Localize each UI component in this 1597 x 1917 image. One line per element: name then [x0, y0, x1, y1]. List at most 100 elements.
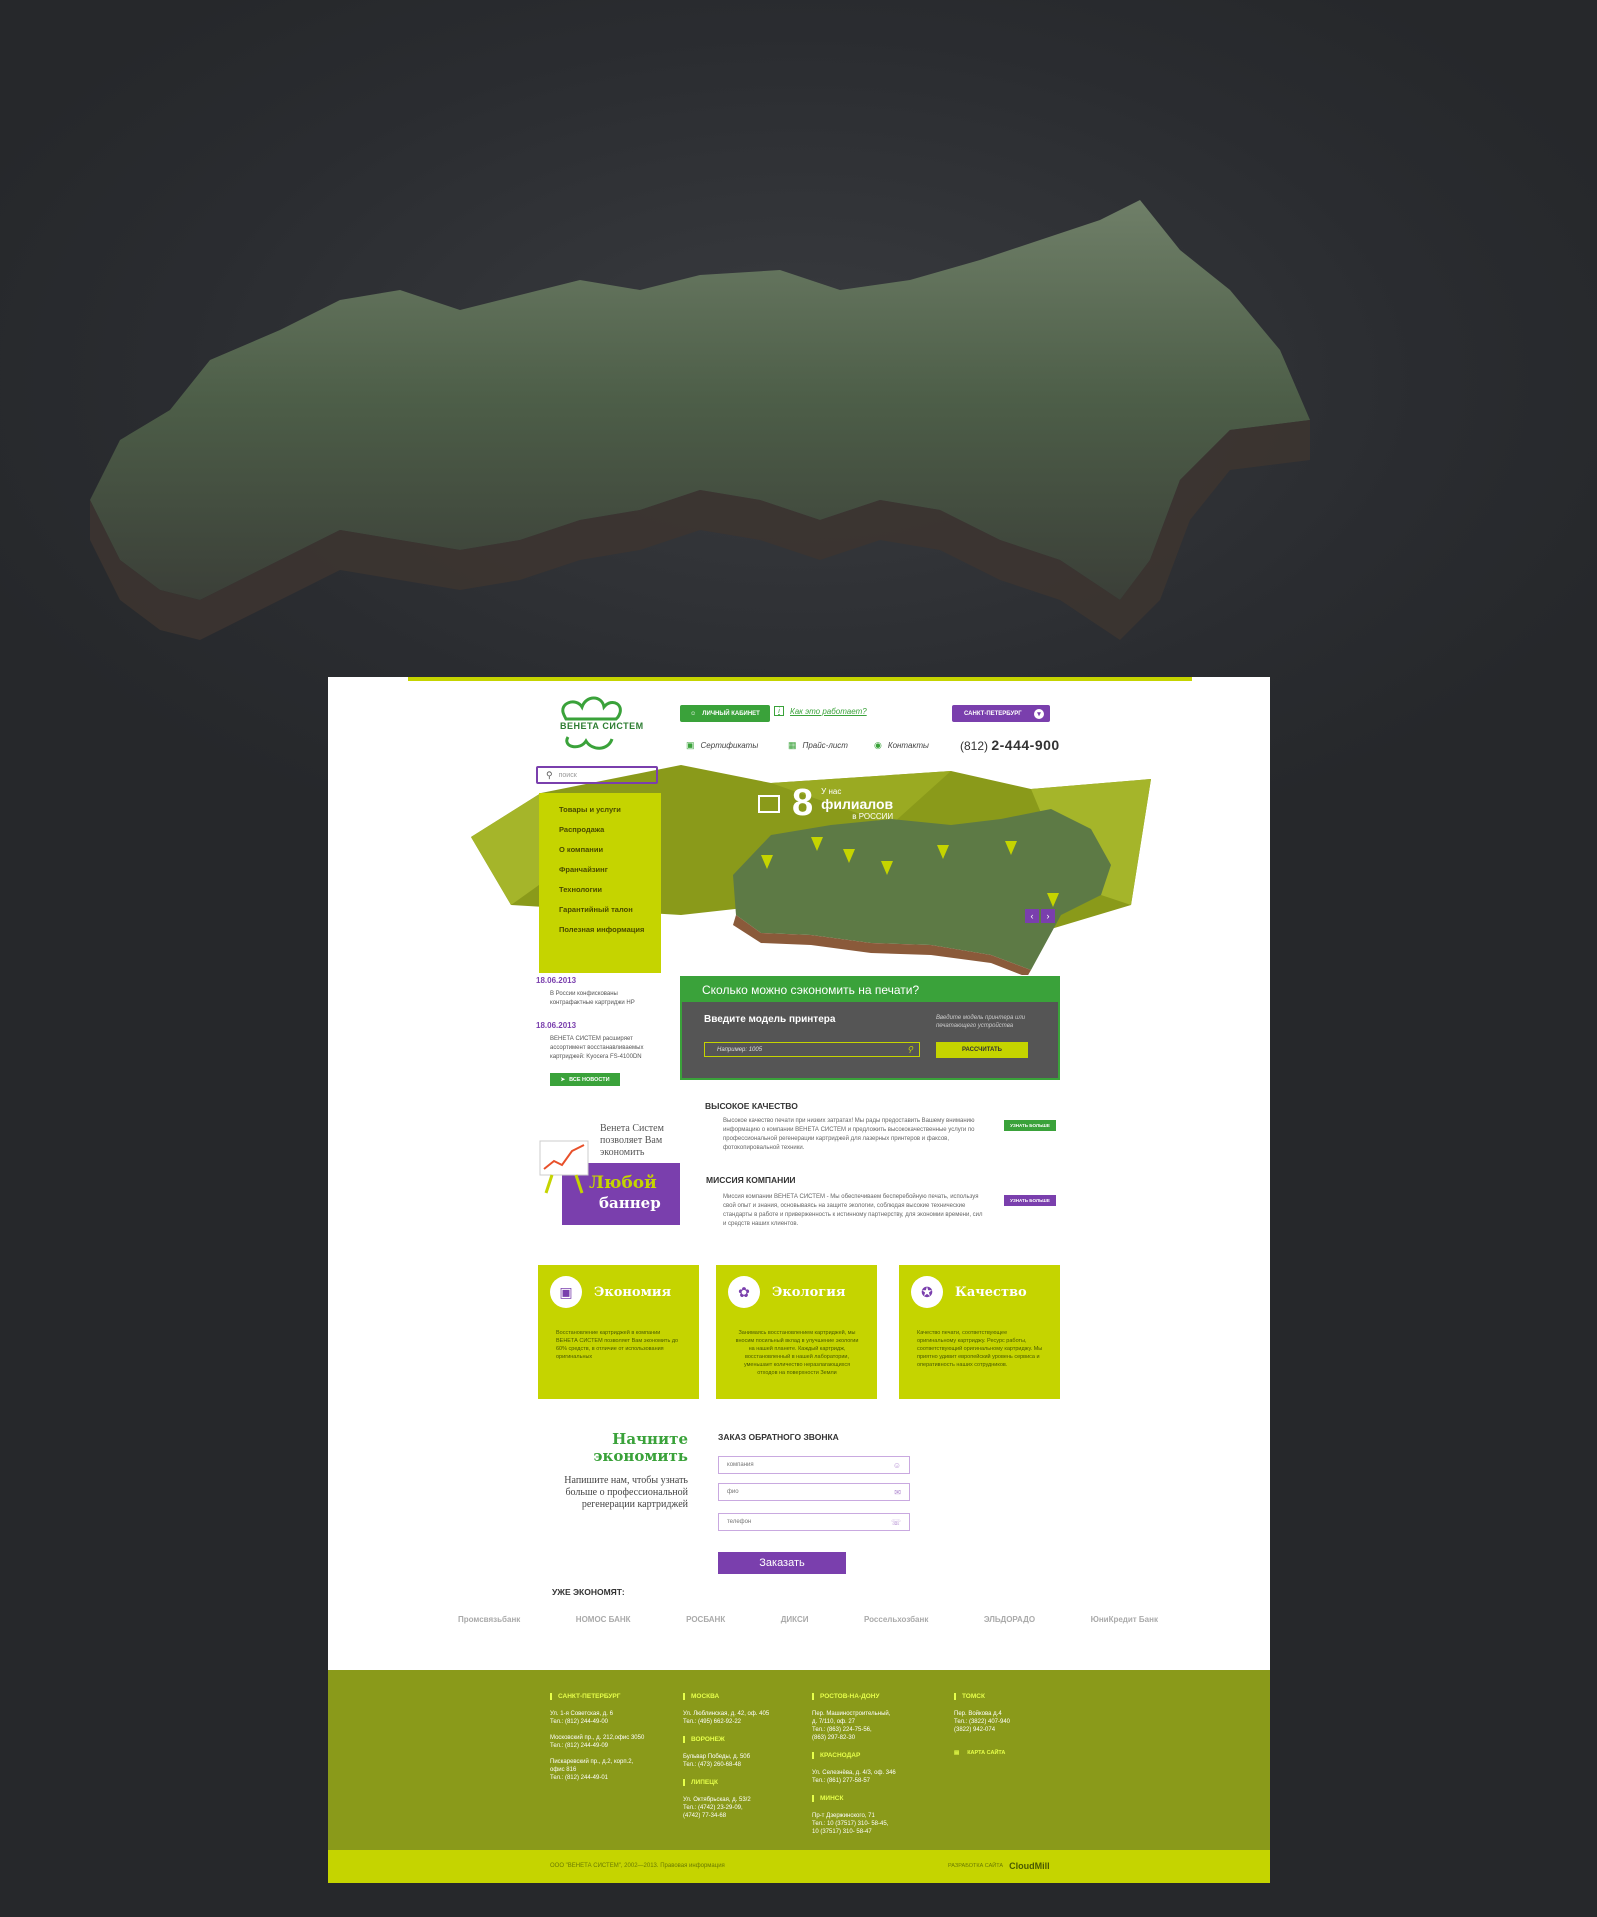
menu-item-technology[interactable]: Технологии: [539, 880, 661, 900]
search-input[interactable]: ⚲ поиск: [536, 766, 658, 784]
feature-card-ecology: ✿ Экология Занимаясь восстановлением кар…: [716, 1265, 877, 1399]
how-it-works-link[interactable]: i Как это работает?: [774, 706, 867, 716]
phone-number: (812) 2-444-900: [960, 737, 1060, 753]
footer-city: ТОМСК: [954, 1693, 1010, 1700]
clients-title: УЖЕ ЭКОНОМЯТ:: [552, 1587, 625, 1597]
footer-address: Ул. Люблинская, д. 42, оф. 405 Тел.: (495…: [683, 1710, 769, 1726]
feature-card-quality: ✪ Качество Качество печати, соответствую…: [899, 1265, 1060, 1399]
quality-title: ВЫСОКОЕ КАЧЕСТВО: [705, 1101, 798, 1111]
learn-more-button[interactable]: УЗНАТЬ БОЛЬШЕ: [1004, 1195, 1056, 1206]
footer-address: Ул. Селезнёва, д. 4/3, оф. 346 Тел.: (861…: [812, 1769, 896, 1785]
address-line: 10 (37517) 310- 58-47: [812, 1829, 872, 1835]
address-line: Тел.: (812) 244-49-09: [550, 1743, 608, 1749]
address-line: [550, 1726, 644, 1734]
nav-certificates[interactable]: ▣ Сертификаты: [686, 740, 758, 751]
footer-city: РОСТОВ-НА-ДОНУ: [812, 1693, 896, 1700]
clients-logos: Промсвязьбанк НОМОС БАНК РОСБАНК ДИКСИ Р…: [458, 1615, 1158, 1624]
address-line: Тел.: (863) 224-75-56,: [812, 1727, 872, 1733]
mission-title: МИССИЯ КОМПАНИИ: [706, 1175, 796, 1185]
calculate-button[interactable]: РАССЧИТАТЬ: [936, 1042, 1028, 1058]
address-line: Ул. Люблинская, д. 42, оф. 405: [683, 1711, 770, 1717]
footer-address: Ул. Октябрьская, д. 53/2 Тел.: (4742) 23-…: [683, 1796, 769, 1820]
address-line: Тел.: (3822) 407-940: [954, 1719, 1010, 1725]
menu-item-sale[interactable]: Распродажа: [539, 820, 661, 840]
footer-city: КРАСНОДАР: [812, 1752, 896, 1759]
footer-city: ЛИПЕЦК: [683, 1779, 769, 1786]
address-line: Пер. Войкова д.4: [954, 1711, 1002, 1717]
search-icon: ⚲: [546, 769, 553, 780]
address-line: [550, 1750, 644, 1758]
news-text[interactable]: ВЕНЕТА СИСТЕМ расширяет ассортимент восс…: [550, 1035, 660, 1062]
branches-badge: 8 У нас филиалов в РОССИИ: [758, 782, 893, 825]
arrow-right-icon[interactable]: ›: [1041, 909, 1055, 923]
nav-contacts[interactable]: ◉ Контакты: [874, 740, 929, 751]
location-pin-icon: ◉: [874, 740, 882, 750]
price-list-icon: ▦: [788, 740, 797, 750]
footer-column: МОСКВА Ул. Люблинская, д. 42, оф. 405 Тел.…: [683, 1693, 769, 1830]
name-field[interactable]: фио ✉: [718, 1483, 910, 1501]
address-line: Пр-т Дзержинского, 71: [812, 1813, 875, 1819]
calculator-title: Введите модель принтера: [704, 1014, 836, 1025]
book-icon: ▤: [954, 1750, 960, 1756]
printer-model-input[interactable]: Например: 1005 ⚲: [704, 1042, 920, 1057]
callback-left-title: Начните экономить: [593, 1430, 688, 1465]
learn-more-button[interactable]: УЗНАТЬ БОЛЬШЕ: [1004, 1120, 1056, 1131]
quality-text: Высокое качество печати при низких затра…: [723, 1118, 975, 1151]
client-logo: РОСБАНК: [686, 1615, 726, 1624]
copyright: ООО "ВЕНЕТА СИСТЕМ", 2002—2013. Правовая…: [550, 1863, 725, 1869]
chart-easel-icon: [539, 1140, 589, 1194]
website-mockup: ВЕНЕТА СИСТЕМ ☺ ЛИЧНЫЙ КАБИНЕТ i Как это…: [328, 677, 1270, 1883]
slider-arrows: ‹ ›: [1025, 909, 1055, 923]
site-map-link[interactable]: ▤ КАРТА САЙТА: [954, 1750, 1010, 1756]
footer-address: Пер. Машиностроительный, д. 7/110, оф. 27…: [812, 1710, 896, 1742]
client-logo: НОМОС БАНК: [575, 1615, 631, 1624]
menu-item-products[interactable]: Товары и услуги: [539, 800, 661, 820]
menu-item-about[interactable]: О компании: [539, 840, 661, 860]
feature-card-economy: ▣ Экономия Восстановление картриджей в к…: [538, 1265, 699, 1399]
developer-credit[interactable]: РАЗРАБОТКА САЙТА CloudMill: [948, 1861, 1050, 1871]
footer: САНКТ-ПЕТЕРБУРГ Ул. 1-я Советская, д. 6 Те…: [328, 1670, 1270, 1850]
main-menu: Товары и услуги Распродажа О компании Фр…: [539, 793, 661, 973]
user-icon: ☺: [892, 1460, 901, 1470]
address-line: Бульвар Победы, д. 50б: [683, 1754, 751, 1760]
address-line: Тел.: (473) 260-68-48: [683, 1762, 741, 1768]
personal-cabinet-button[interactable]: ☺ ЛИЧНЫЙ КАБИНЕТ: [680, 705, 770, 722]
client-logo: ЭЛЬДОРАДО: [983, 1615, 1036, 1624]
address-line: Ул. Селезнёва, д. 4/3, оф. 346: [812, 1770, 896, 1776]
address-line: Тел.: (861) 277-58-57: [812, 1778, 870, 1784]
chevron-down-icon: ▾: [1034, 708, 1044, 719]
flower-icon: ✿: [728, 1276, 760, 1308]
footer-address: Пр-т Дзержинского, 71 Тел.: 10 (37517) 31…: [812, 1812, 896, 1836]
mission-text: Миссия компании ВЕНЕТА СИСТЕМ - Мы обесп…: [723, 1194, 983, 1227]
client-logo: Россельхозбанк: [864, 1615, 929, 1624]
address-line: (4742) 77-34-68: [683, 1813, 727, 1819]
phone-field[interactable]: телефон ☏: [718, 1513, 910, 1531]
user-icon: ☺: [690, 710, 697, 717]
address-line: (3822) 942-074: [954, 1727, 996, 1733]
address-line: офис 816: [550, 1767, 577, 1773]
all-news-button[interactable]: ➤ ВСЕ НОВОСТИ: [550, 1073, 620, 1086]
arrow-left-icon[interactable]: ‹: [1025, 909, 1039, 923]
order-button[interactable]: Заказать: [718, 1552, 846, 1574]
award-icon: ✪: [911, 1276, 943, 1308]
savings-calculator: Сколько можно сэкономить на печати? Введ…: [680, 976, 1060, 1080]
arrow-icon: ➤: [560, 1076, 566, 1083]
address-line: Ул. 1-я Советская, д. 6: [550, 1711, 613, 1717]
callback-title: ЗАКАЗ ОБРАТНОГО ЗВОНКА: [718, 1432, 839, 1442]
company-field[interactable]: компания ☺: [718, 1456, 910, 1474]
footer-column: САНКТ-ПЕТЕРБУРГ Ул. 1-я Советская, д. 6 Те…: [550, 1693, 644, 1792]
news-date: 18.06.2013: [536, 976, 577, 985]
news-text[interactable]: В России конфискованы контрафактные карт…: [550, 990, 660, 1008]
menu-item-useful-info[interactable]: Полезная информация: [539, 920, 661, 940]
footer-city: САНКТ-ПЕТЕРБУРГ: [550, 1693, 644, 1700]
menu-item-warranty[interactable]: Гарантийный талон: [539, 900, 661, 920]
address-line: Ул. Октябрьская, д. 53/2: [683, 1797, 751, 1803]
footer-city: МИНСК: [812, 1795, 896, 1802]
city-select-button[interactable]: САНКТ-ПЕТЕРБУРГ ▾: [952, 705, 1050, 722]
mail-icon: ✉: [894, 1487, 901, 1497]
footer-column: РОСТОВ-НА-ДОНУ Пер. Машиностроительный, д.…: [812, 1693, 896, 1846]
nav-price-list[interactable]: ▦ Прайс-лист: [788, 740, 848, 751]
menu-item-franchise[interactable]: Франчайзинг: [539, 860, 661, 880]
logo-text: ВЕНЕТА СИСТЕМ: [560, 721, 644, 731]
address-line: Тел.: (4742) 23-29-09,: [683, 1805, 743, 1811]
